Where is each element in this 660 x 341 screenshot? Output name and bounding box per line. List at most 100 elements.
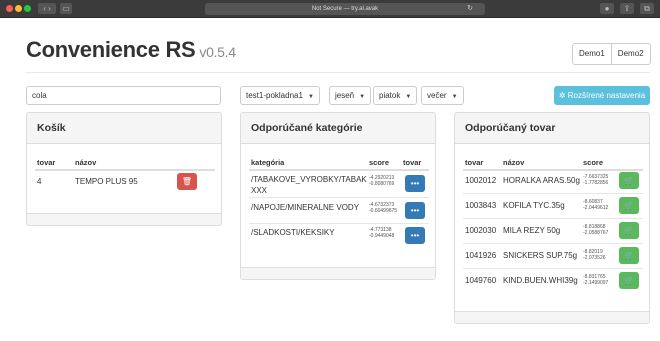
categories-header-line [249,169,429,171]
day-dropdown-label: piatok [379,91,401,100]
product-score: -8.831765 -2.1499097 [583,274,608,286]
products-panel: Odporúčaný tovar tovar názov score 10020… [454,112,650,324]
demo2-button[interactable]: Demo2 [610,44,650,64]
reload-icon[interactable]: ↻ [467,3,473,15]
advanced-settings-button[interactable]: ✲ Rozšírené nastavenia [554,86,650,105]
cart-col-tovar: tovar [37,158,56,167]
table-row: /TABAKOVE_VYROBKY/TABAK XXX [251,174,369,196]
table-row: /NAPOJE/MINERALNE VODY [251,202,369,213]
search-input[interactable]: cola [26,86,221,105]
demo-button-group: Demo1 Demo2 [572,43,651,65]
share-icon[interactable]: ⇪ [620,3,634,14]
add-to-cart-button[interactable]: 🛒 [619,172,639,189]
product-code: 1003843 [465,201,497,210]
categories-panel-title: Odporúčané kategórie [241,113,435,144]
categories-col-tovar: tovar [403,158,422,167]
sidebar-icon[interactable]: ▭ [60,3,72,14]
products-panel-footer [455,311,649,323]
category-more-button[interactable]: ••• [405,202,425,219]
product-name: KOFILA TYC.35g [503,201,565,210]
extension-icon[interactable]: ● [600,3,614,14]
product-score: -8.82019 -2.073526 [583,249,606,261]
cart-icon: 🛒 [624,226,634,235]
store-dropdown[interactable]: test1-pokladna1 ▼ [240,86,320,105]
category-score: -4.6732373 -0.60499675 [369,202,397,214]
categories-panel-footer [241,267,435,279]
products-panel-title: Odporúčaný tovar [455,113,649,144]
products-header-line [463,169,643,171]
ellipsis-icon: ••• [410,206,420,215]
product-score-2: -2.1499097 [583,280,609,286]
category-score-2: -0.9449048 [369,233,395,239]
cart-col-nazov: názov [75,158,97,167]
product-code: 1049760 [465,276,497,285]
product-name: SNICKERS SUP.75g [503,251,578,260]
category-name: /SLADKOSTI/KEKSIKY [251,228,335,237]
browser-toolbar: ‹ › ▭ Not Secure — try.al.avak ↻ ● ⇪ ⧉ [0,0,660,18]
product-code: 1041926 [465,251,497,260]
cog-icon: ✲ [558,91,566,100]
remove-item-button[interactable]: 🗑 [177,173,197,190]
daytime-dropdown-label: večer [427,91,447,100]
add-to-cart-button[interactable]: 🛒 [619,272,639,289]
daytime-dropdown[interactable]: večer ▼ [421,86,464,105]
add-to-cart-button[interactable]: 🛒 [619,222,639,239]
categories-panel: Odporúčané kategórie kategória score tov… [240,112,436,280]
row-divider [463,218,643,219]
minimize-window-icon[interactable] [15,5,22,12]
category-score-2: -0.60499675 [369,208,398,214]
cart-row-tovar: 4 [37,177,42,186]
product-score-2: -1.7782856 [583,180,609,186]
header-divider [26,72,650,73]
address-bar-text: Not Secure — try.al.avak [311,6,379,12]
product-score: -8.818868 -2.0588767 [583,224,608,236]
add-to-cart-button[interactable]: 🛒 [619,197,639,214]
close-window-icon[interactable] [6,5,13,12]
cart-panel-title: Košík [27,113,221,144]
app-title: Convenience RS [26,37,196,62]
categories-col-kategoria: kategória [251,158,285,167]
tabs-icon[interactable]: ⧉ [640,3,654,14]
ellipsis-icon: ••• [410,179,420,188]
season-dropdown[interactable]: jeseň ▼ [329,86,372,105]
app-version: v0.5.4 [199,44,236,60]
product-score: -7.6637325 -1.7782856 [583,174,608,186]
chevron-down-icon: ▼ [359,94,366,100]
row-divider [463,193,643,194]
cart-icon: 🛒 [624,176,634,185]
category-score: -4.2920213 -0.8080769 [369,175,394,187]
chevron-down-icon: ▼ [307,94,314,100]
day-dropdown[interactable]: piatok ▼ [373,86,418,105]
category-name: /TABAKOVE_VYROBKY/TABAK [251,175,367,184]
category-more-button[interactable]: ••• [405,227,425,244]
table-row: /SLADKOSTI/KEKSIKY [251,227,369,238]
address-bar[interactable]: Not Secure — try.al.avak ↻ [205,3,485,15]
product-code: 1002012 [465,176,497,185]
ellipsis-icon: ••• [410,231,420,240]
cart-panel-footer [27,213,221,225]
product-score: -8.60837 -2.0449612 [583,199,608,211]
back-forward-icon[interactable]: ‹ › [38,3,56,14]
page-title: Convenience RS v0.5.4 [26,37,236,63]
category-name-cont: XXX [251,186,268,195]
advanced-settings-label: Rozšírené nastavenia [567,91,646,100]
category-score: -4.773138 -0.9449048 [369,227,394,239]
row-divider [463,243,643,244]
chevron-down-icon: ▼ [405,94,412,100]
cart-icon: 🛒 [624,251,634,260]
row-divider [249,197,429,198]
category-more-button[interactable]: ••• [405,175,425,192]
demo1-button[interactable]: Demo1 [573,44,611,64]
cart-panel: Košík tovar názov 4 TEMPO PLUS 95 🗑 [26,112,222,226]
row-divider [249,223,429,224]
product-name: HORALKA ARAS.50g [503,176,580,185]
products-col-tovar: tovar [465,158,484,167]
cart-row-nazov: TEMPO PLUS 95 [75,177,138,186]
season-dropdown-label: jeseň [335,91,355,100]
product-score-2: -2.0588767 [583,230,609,236]
cart-icon: 🛒 [624,201,634,210]
add-to-cart-button[interactable]: 🛒 [619,247,639,264]
maximize-window-icon[interactable] [24,5,31,12]
categories-col-score: score [369,158,390,167]
product-score-2: -2.0449612 [583,205,609,211]
